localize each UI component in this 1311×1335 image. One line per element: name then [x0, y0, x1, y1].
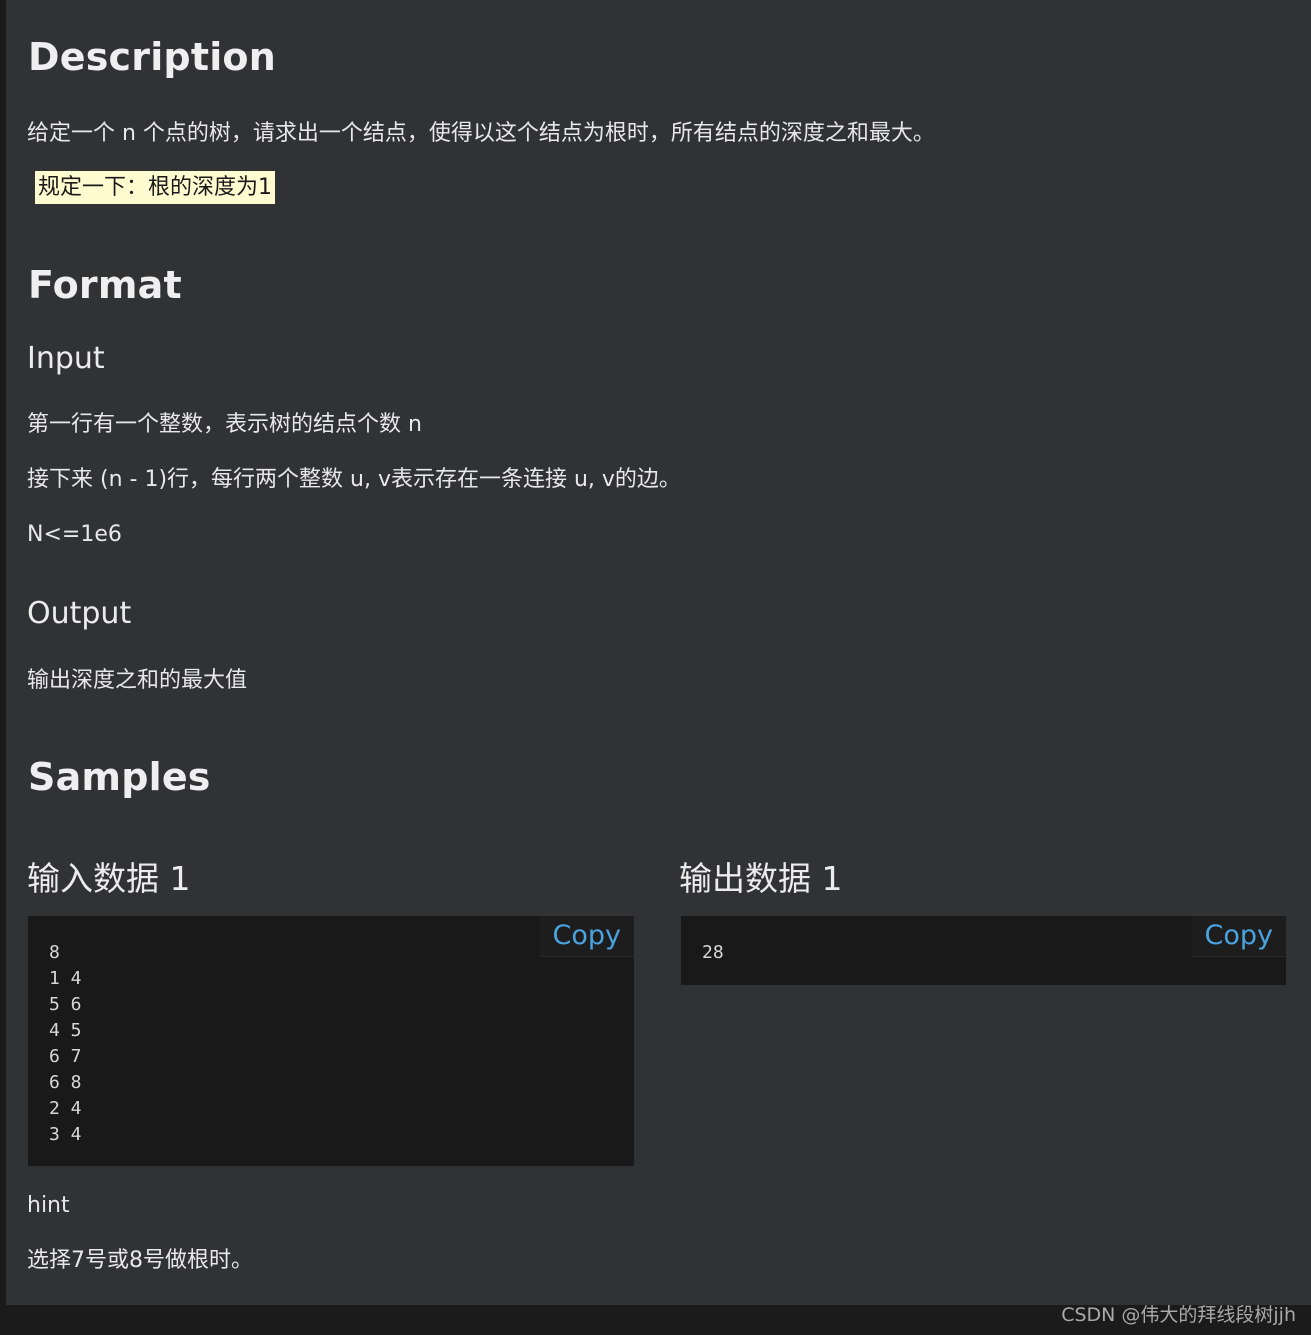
description-text: 给定一个 n 个点的树，请求出一个结点，使得以这个结点为根时，所有结点的深度之和… [27, 121, 935, 146]
problem-page: Description 给定一个 n 个点的树，请求出一个结点，使得以这个结点为… [6, 0, 1311, 1305]
hint-text: 选择7号或8号做根时。 [27, 1248, 253, 1273]
sample-output-code: 28 [702, 942, 724, 963]
format-heading: Format [28, 263, 182, 307]
sample-output-box: 28 Copy [681, 916, 1286, 985]
output-line-1: 输出深度之和的最大值 [27, 668, 248, 693]
hint-label: hint [27, 1193, 70, 1218]
sample-output-title: 输出数据 1 [679, 859, 843, 898]
output-heading: Output [27, 596, 132, 631]
input-line-1: 第一行有一个整数，表示树的结点个数 n [27, 412, 422, 437]
input-heading: Input [27, 341, 105, 376]
sample-input-box: 8 1 4 5 6 4 5 6 7 6 8 2 4 3 4 Copy [28, 916, 634, 1166]
description-heading: Description [28, 35, 276, 79]
sample-input-title: 输入数据 1 [27, 859, 191, 898]
input-line-2: 接下来 (n - 1)行，每行两个整数 u, v表示存在一条连接 u, v的边。 [27, 467, 681, 492]
csdn-watermark: CSDN @伟大的拜线段树jjh [1061, 1304, 1296, 1326]
input-line-3: N<=1e6 [27, 522, 122, 547]
samples-heading: Samples [28, 755, 211, 799]
description-highlight: 规定一下：根的深度为1 [35, 171, 275, 205]
sample-input-code: 8 1 4 5 6 4 5 6 7 6 8 2 4 3 4 [49, 942, 82, 1145]
copy-output-button[interactable]: Copy [1191, 916, 1286, 957]
copy-input-button[interactable]: Copy [539, 916, 634, 957]
